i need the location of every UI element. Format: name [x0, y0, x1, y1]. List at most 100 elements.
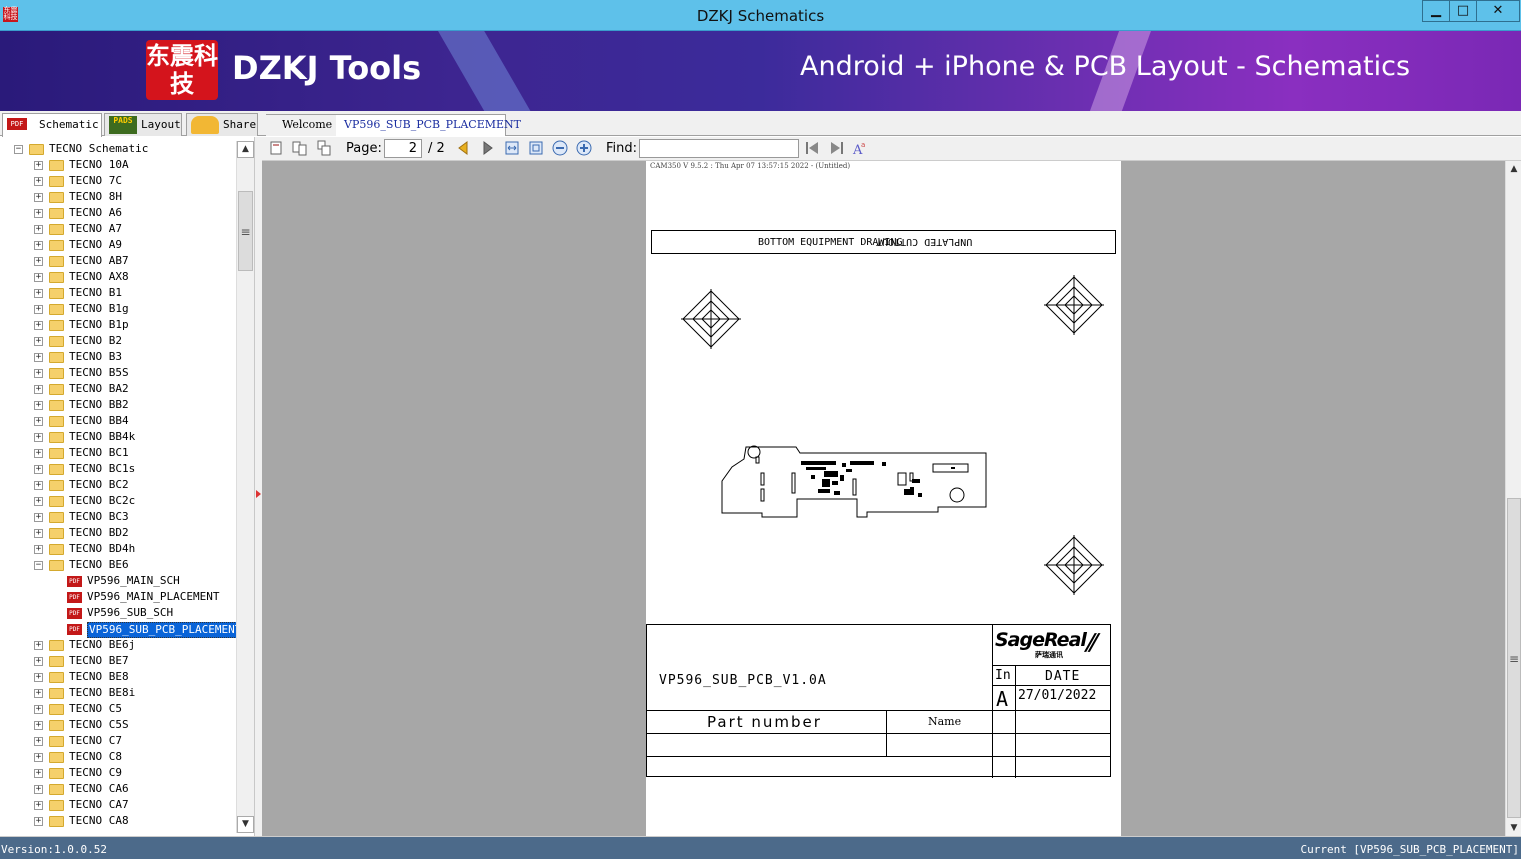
- tree-folder-item[interactable]: + TECNO BC1: [0, 445, 236, 461]
- expand-toggle-icon[interactable]: +: [34, 225, 43, 234]
- expand-toggle-icon[interactable]: +: [34, 273, 43, 282]
- document-viewer[interactable]: CAM350 V 9.5.2 : Thu Apr 07 13:57:15 202…: [262, 161, 1506, 836]
- expand-toggle-icon[interactable]: +: [34, 417, 43, 426]
- tree-folder-item[interactable]: + TECNO C8: [0, 749, 236, 765]
- expand-toggle-icon[interactable]: +: [34, 737, 43, 746]
- expand-toggle-icon[interactable]: +: [34, 785, 43, 794]
- two-page-icon[interactable]: [292, 140, 308, 156]
- tree-root-item[interactable]: − TECNO Schematic: [0, 141, 236, 157]
- scroll-up-icon[interactable]: ▲: [237, 141, 254, 158]
- expand-toggle-icon[interactable]: +: [34, 257, 43, 266]
- tab-document[interactable]: VP596_SUB_PCB_PLACEMENT✕: [336, 114, 521, 152]
- tab-layout[interactable]: PADS Layout: [104, 113, 182, 136]
- tree-folder-item[interactable]: + TECNO BB4k: [0, 429, 236, 445]
- tree-folder-item[interactable]: + TECNO AX8: [0, 269, 236, 285]
- tree-scrollbar[interactable]: ▲ ≡ ▼: [236, 141, 254, 833]
- collapse-arrow-icon[interactable]: [256, 490, 261, 498]
- tree-folder-item[interactable]: + TECNO 8H: [0, 189, 236, 205]
- expand-toggle-icon[interactable]: +: [34, 241, 43, 250]
- expand-toggle-icon[interactable]: +: [34, 817, 43, 826]
- expand-toggle-icon[interactable]: +: [34, 177, 43, 186]
- single-page-icon[interactable]: [268, 140, 284, 156]
- tab-schematic[interactable]: PDF Schematic: [2, 113, 102, 137]
- tree-folder-item[interactable]: + TECNO C5S: [0, 717, 236, 733]
- expand-toggle-icon[interactable]: +: [34, 401, 43, 410]
- next-page-icon[interactable]: [480, 140, 496, 156]
- tree-folder-item[interactable]: + TECNO BC3: [0, 509, 236, 525]
- find-previous-icon[interactable]: [804, 140, 820, 156]
- previous-page-icon[interactable]: [455, 140, 471, 156]
- scroll-up-icon[interactable]: ▲: [1506, 161, 1521, 177]
- expand-toggle-icon[interactable]: +: [34, 337, 43, 346]
- expand-toggle-icon[interactable]: +: [34, 305, 43, 314]
- expand-toggle-icon[interactable]: +: [34, 529, 43, 538]
- tree-folder-item[interactable]: + TECNO BA2: [0, 381, 236, 397]
- tree-folder-item[interactable]: + TECNO BE8i: [0, 685, 236, 701]
- scroll-down-icon[interactable]: ▼: [1506, 820, 1521, 836]
- tree-file-item[interactable]: PDF VP596_SUB_PCB_PLACEMENT: [0, 621, 244, 638]
- tree-folder-item[interactable]: + TECNO C7: [0, 733, 236, 749]
- expand-toggle-icon[interactable]: +: [34, 657, 43, 666]
- tree-folder-item[interactable]: + TECNO CA7: [0, 797, 236, 813]
- continuous-page-icon[interactable]: [316, 140, 332, 156]
- document-scrollbar[interactable]: ▲ ≡ ▼: [1505, 161, 1521, 836]
- expand-toggle-icon[interactable]: +: [34, 385, 43, 394]
- tree-folder-item[interactable]: + TECNO 7C: [0, 173, 236, 189]
- tab-welcome[interactable]: Welcome: [266, 114, 338, 136]
- tree-folder-item[interactable]: + TECNO A7: [0, 221, 236, 237]
- zoom-in-icon[interactable]: [576, 140, 592, 156]
- tree-folder-item[interactable]: + TECNO C9: [0, 765, 236, 781]
- tree-folder-item[interactable]: + TECNO B1: [0, 285, 236, 301]
- expand-toggle-icon[interactable]: +: [34, 209, 43, 218]
- tree-file-item[interactable]: PDF VP596_MAIN_SCH: [0, 573, 236, 589]
- tree-folder-item[interactable]: + TECNO B1g: [0, 301, 236, 317]
- close-button[interactable]: ✕: [1476, 0, 1520, 22]
- expand-toggle-icon[interactable]: −: [34, 561, 43, 570]
- tree-folder-item[interactable]: + TECNO B5S: [0, 365, 236, 381]
- expand-toggle-icon[interactable]: +: [34, 369, 43, 378]
- highlight-text-icon[interactable]: Aa: [852, 140, 868, 156]
- tree-folder-item[interactable]: + TECNO BC1s: [0, 461, 236, 477]
- expand-toggle-icon[interactable]: +: [34, 673, 43, 682]
- expand-toggle-icon[interactable]: +: [34, 721, 43, 730]
- scroll-thumb[interactable]: ≡: [238, 191, 253, 271]
- tree-folder-item[interactable]: + TECNO BD2: [0, 525, 236, 541]
- expand-toggle-icon[interactable]: +: [34, 753, 43, 762]
- expand-toggle-icon[interactable]: +: [34, 161, 43, 170]
- expand-toggle-icon[interactable]: +: [34, 641, 43, 650]
- expand-toggle-icon[interactable]: −: [14, 145, 23, 154]
- tree-folder-item[interactable]: + TECNO C5: [0, 701, 236, 717]
- expand-toggle-icon[interactable]: +: [34, 801, 43, 810]
- expand-toggle-icon[interactable]: +: [34, 289, 43, 298]
- tree-file-item[interactable]: PDF VP596_MAIN_PLACEMENT: [0, 589, 236, 605]
- tree-folder-item[interactable]: + TECNO BE8: [0, 669, 236, 685]
- scroll-thumb[interactable]: ≡: [1507, 498, 1521, 818]
- zoom-out-icon[interactable]: [552, 140, 568, 156]
- tree-folder-item[interactable]: + TECNO CA8: [0, 813, 236, 829]
- tree-folder-item[interactable]: − TECNO BE6: [0, 557, 236, 573]
- expand-toggle-icon[interactable]: +: [34, 513, 43, 522]
- expand-toggle-icon[interactable]: +: [34, 497, 43, 506]
- expand-toggle-icon[interactable]: +: [34, 465, 43, 474]
- maximize-button[interactable]: □: [1449, 0, 1477, 22]
- expand-toggle-icon[interactable]: +: [34, 769, 43, 778]
- expand-toggle-icon[interactable]: +: [34, 321, 43, 330]
- scroll-down-icon[interactable]: ▼: [237, 816, 254, 833]
- tree-folder-item[interactable]: + TECNO B1p: [0, 317, 236, 333]
- fit-page-icon[interactable]: [528, 140, 544, 156]
- expand-toggle-icon[interactable]: +: [34, 481, 43, 490]
- expand-toggle-icon[interactable]: +: [34, 193, 43, 202]
- tab-share[interactable]: Share: [186, 113, 258, 136]
- tree-folder-item[interactable]: + TECNO AB7: [0, 253, 236, 269]
- tree-folder-item[interactable]: + TECNO A9: [0, 237, 236, 253]
- tree-folder-item[interactable]: + TECNO CA6: [0, 781, 236, 797]
- tree-folder-item[interactable]: + TECNO BD4h: [0, 541, 236, 557]
- expand-toggle-icon[interactable]: +: [34, 689, 43, 698]
- expand-toggle-icon[interactable]: +: [34, 545, 43, 554]
- tree-folder-item[interactable]: + TECNO BC2: [0, 477, 236, 493]
- tree-folder-item[interactable]: + TECNO BE6j: [0, 637, 236, 653]
- tree-folder-item[interactable]: + TECNO A6: [0, 205, 236, 221]
- tree-folder-item[interactable]: + TECNO B2: [0, 333, 236, 349]
- tree-folder-item[interactable]: + TECNO BB4: [0, 413, 236, 429]
- tree-file-item[interactable]: PDF VP596_SUB_SCH: [0, 605, 236, 621]
